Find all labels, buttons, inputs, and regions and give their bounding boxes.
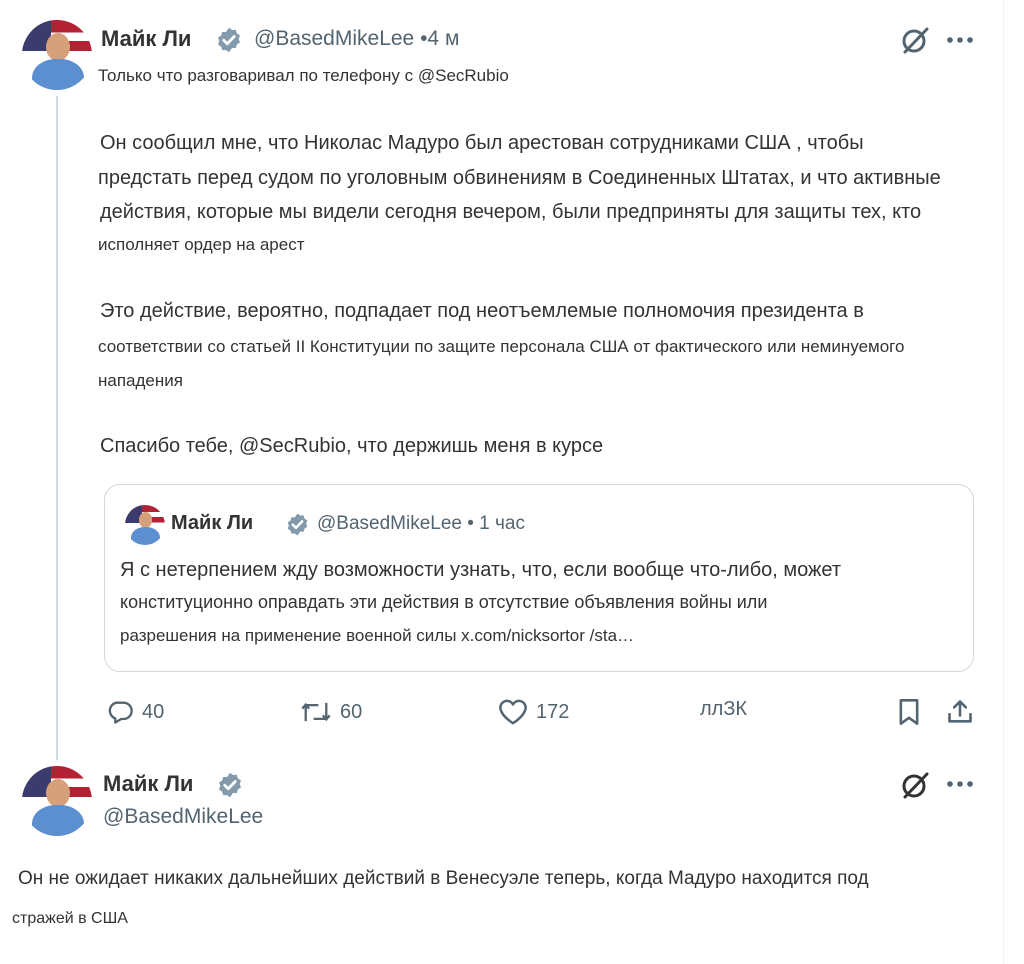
grok-icon[interactable] (899, 24, 931, 56)
like-count: 172 (536, 700, 570, 723)
quote-tweet-card[interactable]: Майк Ли @BasedMikeLee • 1 час Я с нетерп… (104, 484, 974, 672)
bookmark-icon[interactable] (896, 698, 922, 726)
tweet-text-line: стражей в США (12, 910, 128, 927)
quote-text-line: разрешения на применение военной силы x.… (120, 626, 635, 645)
author-name[interactable]: Майк Ли (103, 771, 193, 797)
paragraph-2-line: соответствии со статьей II Конституции п… (98, 337, 905, 356)
author-name[interactable]: Майк Ли (101, 26, 191, 52)
reply-icon (108, 701, 133, 724)
paragraph-1-line: предстать перед судом по уголовным обвин… (98, 167, 941, 189)
reply-button[interactable]: 40 (106, 698, 164, 726)
paragraph-1-line: действия, которые мы видели сегодня вече… (100, 201, 922, 223)
views-button[interactable]: ллЗК (700, 698, 747, 721)
paragraph-2-line: Это действие, вероятно, подпадает под не… (100, 300, 864, 322)
paragraph-3: Спасибо тебе, @SecRubio, что держишь мен… (100, 435, 604, 457)
quote-text-line: конституционно оправдать эти действия в … (120, 592, 768, 612)
quote-author-name: Майк Ли (171, 512, 254, 534)
handle-timestamp[interactable]: @BasedMikeLee •4 м (254, 27, 459, 51)
repost-count: 60 (340, 700, 363, 723)
timeline-border (1003, 0, 1004, 964)
avatar[interactable] (22, 20, 92, 90)
reply-count: 40 (142, 700, 165, 723)
quote-text-line: Я с нетерпением жду возможности узнать, … (120, 559, 842, 581)
handle[interactable]: @BasedMikeLee (103, 805, 263, 829)
verified-badge-icon (287, 513, 308, 536)
tweet-text-line: Он не ожидает никаких дальнейших действи… (18, 868, 869, 889)
quote-avatar (125, 505, 165, 545)
verified-badge-icon (219, 772, 241, 798)
like-icon (499, 699, 527, 725)
quote-handle-timestamp: @BasedMikeLee • 1 час (317, 513, 525, 534)
like-button[interactable]: 172 (498, 698, 569, 726)
paragraph-2-line: нападения (98, 371, 183, 390)
repost-button[interactable]: 60 (300, 698, 362, 726)
more-icon[interactable] (946, 780, 974, 788)
repost-icon (301, 702, 331, 722)
paragraph-1-line: Он сообщил мне, что Николас Мадуро был а… (100, 132, 864, 154)
avatar[interactable] (22, 766, 92, 836)
paragraph-1-line: исполняет ордер на арест (98, 235, 305, 254)
verified-badge-icon (218, 27, 240, 53)
tweet-intro: Только что разговаривал по телефону с @S… (98, 66, 509, 85)
thread-connector (56, 96, 58, 760)
grok-icon[interactable] (899, 769, 931, 801)
share-icon[interactable] (946, 698, 974, 726)
more-icon[interactable] (946, 36, 974, 44)
views-icon: ллЗК (700, 698, 748, 720)
